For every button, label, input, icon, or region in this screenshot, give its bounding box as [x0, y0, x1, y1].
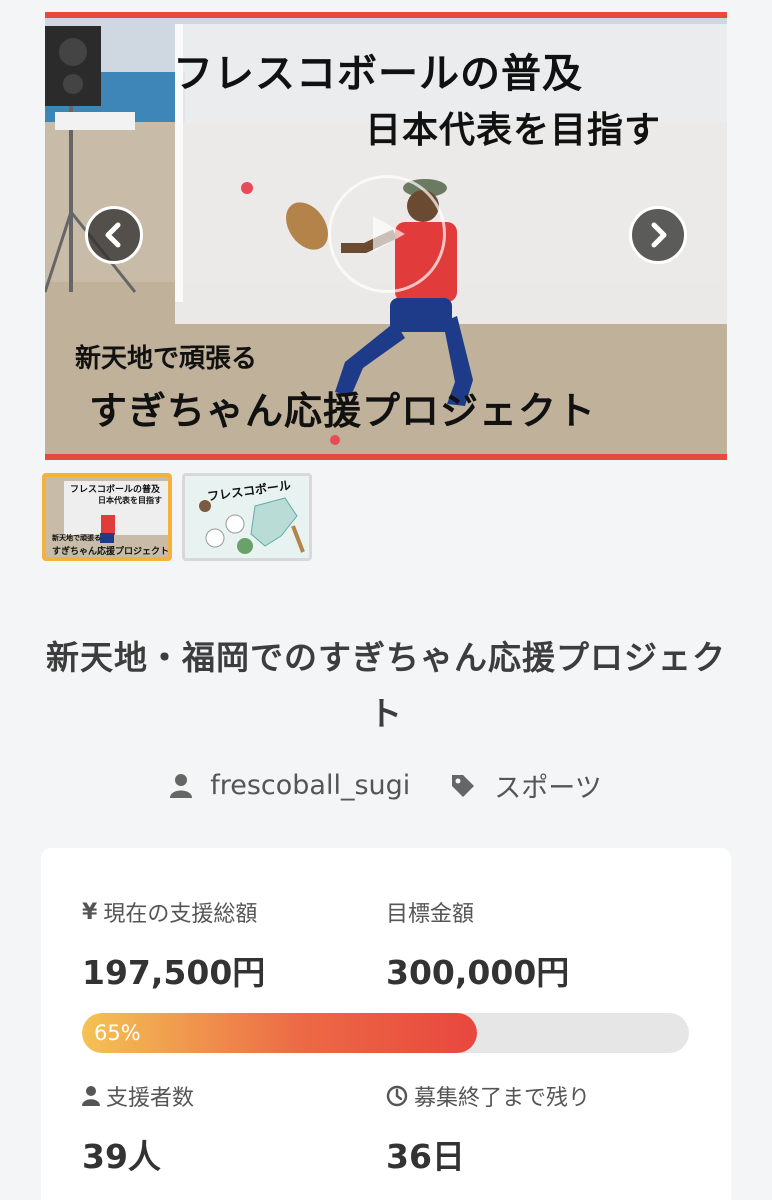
clock-icon	[386, 1085, 408, 1107]
tag-icon	[452, 774, 475, 797]
slide-caption-3: 新天地で頑張る	[75, 344, 258, 374]
current-amount-value: 197,500円	[82, 953, 266, 992]
slide-caption-1: フレスコボールの普及	[167, 54, 589, 100]
carousel-prev-button[interactable]	[85, 206, 143, 264]
funding-stats-card: ¥ 現在の支援総額 197,500円 目標金額 300,000円 65% 支援者…	[41, 848, 731, 1200]
carousel-next-button[interactable]	[629, 206, 687, 264]
user-icon	[82, 1086, 100, 1106]
project-category[interactable]: スポーツ	[450, 766, 602, 805]
remaining-label: 募集終了まで残り	[386, 1080, 590, 1112]
supporters-value: 39人	[82, 1137, 161, 1176]
thumbnail-caption-3: 新天地で頑張る	[52, 534, 101, 542]
chevron-left-icon	[105, 222, 121, 248]
carousel-thumbnail-2[interactable]: フレスコボール	[182, 473, 312, 561]
project-title: 新天地・福岡でのすぎちゃん応援プロジェクト	[46, 638, 726, 733]
project-meta: frescoball_sugi スポーツ	[0, 766, 772, 805]
progress-percent: 65%	[94, 1021, 141, 1045]
project-author[interactable]: frescoball_sugi	[170, 770, 410, 801]
user-icon	[170, 773, 193, 798]
remaining-value: 36日	[386, 1137, 465, 1176]
carousel-main-slide[interactable]: フレスコボールの普及 日本代表を目指す 新天地で頑張る すぎちゃん応援プロジェク…	[45, 12, 727, 460]
progress-fill: 65%	[82, 1013, 477, 1053]
supporters-label: 支援者数	[82, 1080, 194, 1112]
category-name: スポーツ	[494, 773, 602, 804]
slide-bottom-border	[45, 454, 727, 460]
slide-caption-2: 日本代表を目指す	[359, 113, 668, 155]
slide-caption-4: すぎちゃん応援プロジェクト	[83, 392, 603, 436]
thumbnail-caption-2: 日本代表を目指す	[98, 496, 162, 505]
funding-progress-bar: 65%	[82, 1013, 689, 1053]
yen-icon: ¥	[82, 899, 98, 925]
project-page: フレスコボールの普及 日本代表を目指す 新天地で頑張る すぎちゃん応援プロジェク…	[0, 0, 772, 1200]
target-amount-value: 300,000円	[386, 953, 570, 992]
target-amount-label: 目標金額	[386, 902, 475, 927]
carousel-thumbnail-1[interactable]: フレスコボールの普及 日本代表を目指す 新天地で頑張る すぎちゃん応援プロジェク…	[42, 473, 172, 561]
play-button[interactable]	[328, 175, 446, 293]
slide-top-border	[45, 12, 727, 18]
author-name: frescoball_sugi	[210, 770, 411, 801]
thumbnail-caption-4: すぎちゃん応援プロジェクト	[52, 547, 170, 557]
current-amount-label: ¥ 現在の支援総額	[82, 899, 258, 928]
play-icon	[373, 216, 405, 252]
chevron-right-icon	[651, 222, 667, 248]
thumbnail-caption-1: フレスコボールの普及	[70, 485, 161, 495]
